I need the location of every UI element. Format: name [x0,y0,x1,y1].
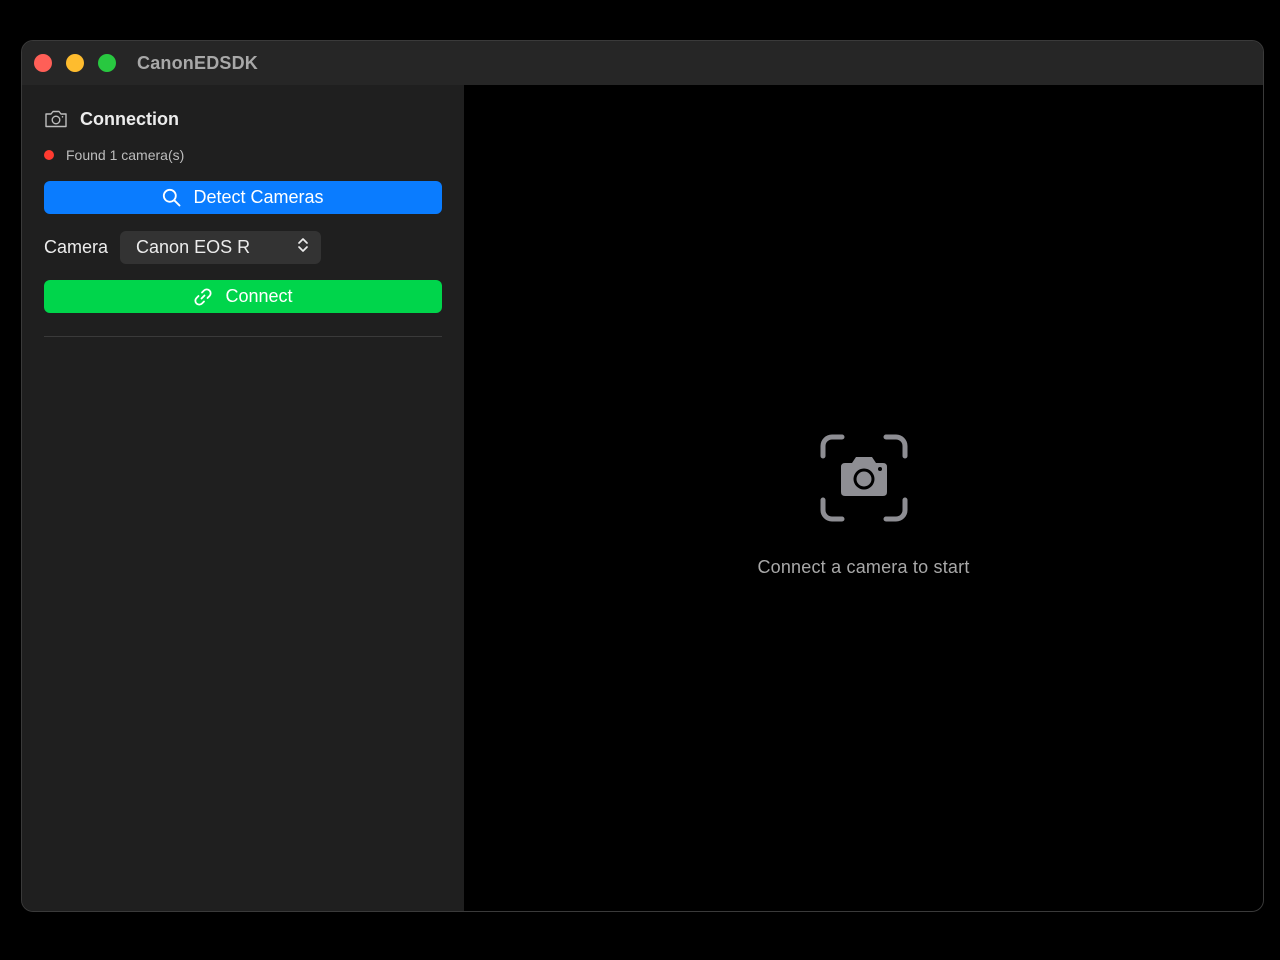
connection-section-header: Connection [44,107,179,131]
status-text: Found 1 camera(s) [66,147,185,163]
detect-cameras-label: Detect Cameras [193,187,324,207]
close-window-button[interactable] [34,54,52,72]
empty-state-text: Connect a camera to start [757,557,970,577]
sidebar-divider [44,336,442,337]
camera-icon [44,109,68,129]
camera-select-value: Canon EOS R [136,237,251,257]
zoom-window-button[interactable] [98,54,116,72]
camera-select[interactable]: Canon EOS R [120,231,322,264]
connect-button[interactable]: Connect [44,280,442,313]
sidebar: Connection Found 1 camera(s) Detect Came… [22,85,464,911]
detail-pane: Connect a camera to start [464,85,1263,911]
empty-state: Connect a camera to start [464,434,1263,578]
window-title: CanonEDSDK [137,53,259,73]
title-bar: CanonEDSDK [22,41,1263,85]
status-indicator [44,150,54,160]
camera-label: Camera [44,237,109,257]
connection-status: Found 1 camera(s) [44,146,184,164]
detect-cameras-button[interactable]: Detect Cameras [44,181,442,214]
section-title: Connection [80,108,179,129]
link-icon [193,287,225,307]
chevron-up-down-icon [297,237,309,258]
app-window: CanonEDSDK Connection Found 1 camera(s) [21,40,1264,912]
camera-picker-row: Camera Canon EOS R [44,231,322,264]
minimize-window-button[interactable] [66,54,84,72]
connect-label: Connect [225,286,293,306]
search-icon [162,188,193,207]
camera-viewfinder-icon [820,434,908,527]
